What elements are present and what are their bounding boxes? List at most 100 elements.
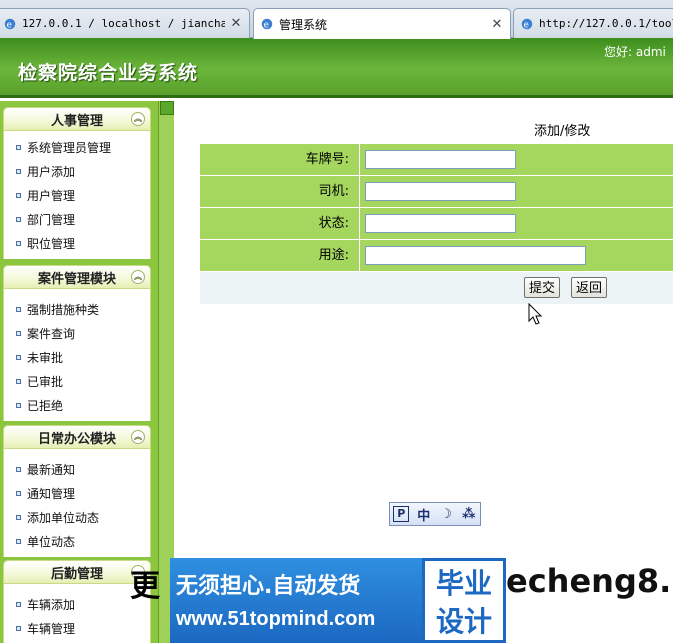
section-title: 日常办公模块 (37, 431, 116, 447)
sidebar-item-label: 最新通知 (27, 462, 76, 477)
driver-label: 司机: (200, 176, 360, 207)
collapse-icon[interactable]: ︽ (131, 430, 145, 444)
sidebar-section-logistics: 后勤管理 ︽ 车辆添加 车辆管理 (3, 560, 151, 643)
section-header[interactable]: 人事管理 ︽ (3, 107, 151, 131)
svg-text:e: e (7, 20, 12, 30)
browser-tab-strip: e 127.0.0.1 / localhost / jiancha... ✕ e… (0, 0, 673, 39)
purpose-input[interactable] (365, 246, 586, 265)
sidebar-item-position-manage[interactable]: 职位管理 (4, 231, 150, 255)
svg-text:e: e (524, 20, 529, 30)
bullet-icon (16, 240, 21, 246)
bullet-icon (16, 144, 21, 150)
ime-toolbar[interactable]: P 中 ☽ ⁂ (389, 502, 481, 526)
sidebar-item-user-manage[interactable]: 用户管理 (4, 183, 150, 207)
sidebar-item-label: 已拒绝 (27, 398, 64, 413)
banner-badge: 毕业 设计 (422, 558, 506, 643)
ime-halfwidth-icon[interactable]: ☽ (438, 507, 454, 522)
sidebar-item-rejected[interactable]: 已拒绝 (4, 393, 150, 417)
ie-page-icon: e (261, 18, 273, 31)
sidebar-item-user-add[interactable]: 用户添加 (4, 159, 150, 183)
bullet-icon (16, 402, 21, 408)
form-row-plate: 车牌号: (200, 144, 673, 176)
sidebar-item-label: 系统管理员管理 (27, 140, 112, 155)
ie-page-icon: e (521, 18, 533, 30)
watermark-left-char: 更 (130, 569, 161, 604)
tab-title: 管理系统 (279, 17, 328, 32)
sidebar-item-unit-news[interactable]: 单位动态 (4, 529, 150, 553)
sidebar-item-label: 未审批 (27, 350, 64, 365)
sidebar-item-label: 部门管理 (27, 212, 76, 227)
sidebar-item-vehicle-manage[interactable]: 车辆管理 (4, 616, 150, 640)
browser-tab-tools[interactable]: e http://127.0.0.1/tools/ (513, 8, 673, 38)
browser-tab-admin[interactable]: e 管理系统 ✕ (253, 8, 511, 39)
section-header[interactable]: 案件管理模块 ︽ (3, 265, 151, 289)
bullet-icon (16, 538, 21, 544)
sidebar-item-add-unit-news[interactable]: 添加单位动态 (4, 505, 150, 529)
bullet-icon (16, 168, 21, 174)
form-row-status: 状态: (200, 208, 673, 240)
sidebar-item-admin-manage[interactable]: 系统管理员管理 (4, 135, 150, 159)
ime-punctuation-icon[interactable]: ⁂ (461, 507, 477, 522)
bullet-icon (16, 378, 21, 384)
sidebar-item-label: 通知管理 (27, 486, 76, 501)
back-button[interactable]: 返回 (571, 277, 608, 298)
collapse-icon[interactable]: ︽ (131, 112, 145, 126)
form-title: 添加/修改 (534, 124, 591, 139)
submit-button[interactable]: 提交 (524, 277, 561, 298)
bullet-icon (16, 354, 21, 360)
tab-title: 127.0.0.1 / localhost / jiancha... (22, 17, 225, 30)
browser-tab-phpmyadmin[interactable]: e 127.0.0.1 / localhost / jiancha... ✕ (0, 8, 250, 38)
bullet-icon (16, 490, 21, 496)
sidebar-item-label: 已审批 (27, 374, 64, 389)
sidebar-item-label: 车辆添加 (27, 597, 76, 612)
close-tab-icon[interactable]: ✕ (229, 16, 243, 31)
ime-chinese-toggle[interactable]: 中 (416, 505, 432, 524)
sidebar-item-dept-manage[interactable]: 部门管理 (4, 207, 150, 231)
section-items: 强制措施种类 案件查询 未审批 已审批 已拒绝 (3, 289, 151, 421)
section-header[interactable]: 后勤管理 ︽ (3, 560, 151, 584)
form-row-driver: 司机: (200, 176, 673, 208)
form-row-purpose: 用途: (200, 240, 673, 272)
sidebar-item-unapproved[interactable]: 未审批 (4, 345, 150, 369)
plate-label: 车牌号: (200, 144, 360, 175)
sidebar-item-measures[interactable]: 强制措施种类 (4, 297, 150, 321)
section-items: 车辆添加 车辆管理 (3, 584, 151, 643)
driver-input[interactable] (365, 182, 516, 201)
section-title: 人事管理 (50, 113, 103, 129)
sidebar-section-office: 日常办公模块 ︽ 最新通知 通知管理 添加单位动态 单位动态 (3, 425, 151, 557)
status-label: 状态: (200, 208, 360, 239)
sidebar-item-label: 案件查询 (27, 326, 76, 341)
mouse-cursor-icon (528, 303, 543, 325)
user-greeting: 您好: admi (604, 45, 666, 59)
status-input[interactable] (365, 214, 516, 233)
sidebar-item-latest-notice[interactable]: 最新通知 (4, 457, 150, 481)
plate-number-input[interactable] (365, 150, 516, 169)
section-title: 案件管理模块 (37, 271, 116, 287)
splitter-toggle-icon[interactable] (160, 101, 174, 115)
section-header[interactable]: 日常办公模块 ︽ (3, 425, 151, 449)
purpose-label: 用途: (200, 240, 360, 271)
ime-mode-icon[interactable]: P (393, 506, 410, 522)
badge-line-1: 毕业 (435, 567, 492, 600)
bullet-icon (16, 192, 21, 198)
collapse-icon[interactable]: ︽ (131, 270, 145, 284)
sidebar-item-case-query[interactable]: 案件查询 (4, 321, 150, 345)
badge-line-2: 设计 (435, 605, 492, 638)
bullet-icon (16, 601, 21, 607)
sidebar-section-personnel: 人事管理 ︽ 系统管理员管理 用户添加 用户管理 部门管理 职位管理 (3, 107, 151, 259)
close-tab-icon[interactable]: ✕ (490, 17, 504, 32)
sidebar-item-label: 单位动态 (27, 534, 76, 549)
sidebar-item-notice-manage[interactable]: 通知管理 (4, 481, 150, 505)
sidebar-item-vehicle-add[interactable]: 车辆添加 (4, 592, 150, 616)
sidebar-item-approved[interactable]: 已审批 (4, 369, 150, 393)
bullet-icon (16, 306, 21, 312)
bullet-icon (16, 330, 21, 336)
sidebar-item-label: 用户添加 (27, 164, 76, 179)
banner-slogan: 无须担心.自动发货 (176, 574, 361, 599)
section-title: 后勤管理 (50, 566, 103, 582)
section-items: 系统管理员管理 用户添加 用户管理 部门管理 职位管理 (3, 131, 151, 259)
sidebar-item-label: 用户管理 (27, 188, 76, 203)
watermark-right-text: echeng8. (506, 562, 672, 600)
tab-title: http://127.0.0.1/tools/ (539, 17, 673, 30)
sidebar-item-label: 职位管理 (27, 236, 76, 251)
